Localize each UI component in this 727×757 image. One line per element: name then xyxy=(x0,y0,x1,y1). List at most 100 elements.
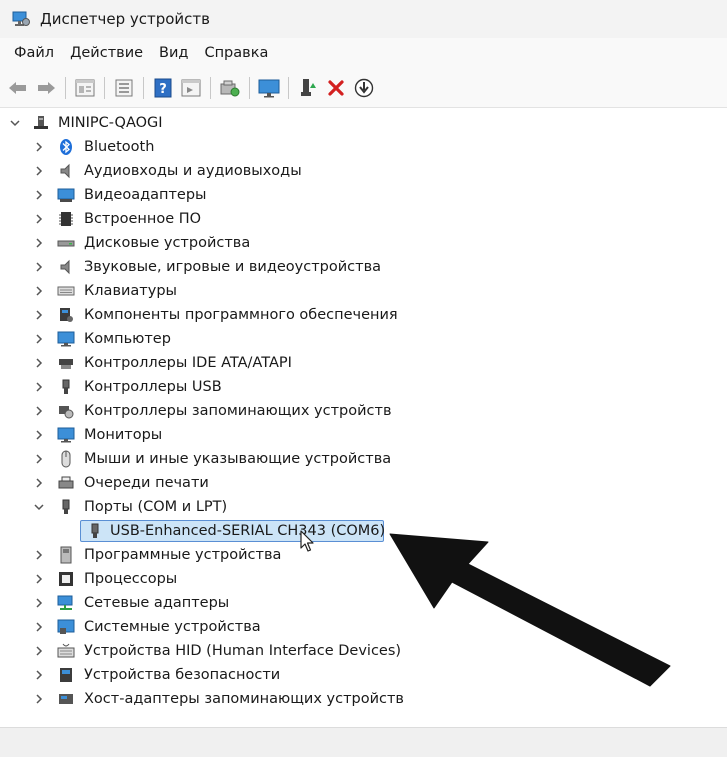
software-component-icon xyxy=(57,306,75,324)
tree-category[interactable]: Аудиовходы и аудиовыходы xyxy=(0,159,727,183)
menu-action[interactable]: Действие xyxy=(62,41,151,65)
chevron-right-icon[interactable] xyxy=(32,639,46,663)
tree-category[interactable]: Bluetooth xyxy=(0,135,727,159)
scan-icon xyxy=(220,80,240,96)
chevron-right-icon[interactable] xyxy=(32,543,46,567)
toolbar-separator xyxy=(104,76,105,99)
tree-category-label: Компоненты программного обеспечения xyxy=(84,307,398,323)
chevron-right-icon[interactable] xyxy=(32,471,46,495)
chevron-right-icon[interactable] xyxy=(32,663,46,687)
speaker-icon xyxy=(57,162,75,180)
chevron-right-icon[interactable] xyxy=(32,279,46,303)
chevron-right-icon[interactable] xyxy=(32,231,46,255)
mouse-icon xyxy=(57,450,75,468)
enable-device-button[interactable] xyxy=(296,76,320,100)
chevron-right-icon[interactable] xyxy=(32,135,46,159)
toolbar-separator xyxy=(65,76,66,99)
tree-category-label: Видеоадаптеры xyxy=(84,187,207,203)
chevron-right-icon[interactable] xyxy=(32,423,46,447)
tree-category[interactable]: Мониторы xyxy=(0,423,727,447)
monitor-button[interactable] xyxy=(257,76,281,100)
tree-category[interactable]: Контроллеры IDE ATA/ATAPI xyxy=(0,351,727,375)
tree-category-label: Устройства HID (Human Interface Devices) xyxy=(84,643,402,659)
root-label: MINIPC-QAOGI xyxy=(58,115,163,131)
storage-host-adapter-icon xyxy=(57,690,75,708)
chevron-right-icon[interactable] xyxy=(32,447,46,471)
chevron-right-icon[interactable] xyxy=(32,399,46,423)
system-device-icon xyxy=(57,618,75,636)
chevron-right-icon[interactable] xyxy=(32,351,46,375)
tree-category-label: Мониторы xyxy=(84,427,163,443)
toolbar-separator xyxy=(210,76,211,99)
chevron-right-icon[interactable] xyxy=(32,183,46,207)
view-button[interactable] xyxy=(179,76,203,100)
tree-category-label: Контроллеры запоминающих устройств xyxy=(84,403,392,419)
menu-help[interactable]: Справка xyxy=(196,41,276,65)
list-button[interactable] xyxy=(112,76,136,100)
uninstall-button[interactable] xyxy=(324,76,348,100)
back-button[interactable] xyxy=(6,76,30,100)
svg-text:?: ? xyxy=(159,82,167,97)
menu-file[interactable]: Файл xyxy=(6,41,62,65)
chevron-right-icon[interactable] xyxy=(32,303,46,327)
forward-button[interactable] xyxy=(34,76,58,100)
tree-category[interactable]: Системные устройства xyxy=(0,615,727,639)
tree-device-selected[interactable]: USB-Enhanced-SERIAL CH343 (COM6) xyxy=(0,519,727,543)
display-adapter-icon xyxy=(57,186,75,204)
scan-hardware-button[interactable] xyxy=(218,76,242,100)
usb-controller-icon xyxy=(57,378,75,396)
properties-button[interactable] xyxy=(73,76,97,100)
toolbar-separator xyxy=(288,76,289,99)
tree-category[interactable]: Сетевые адаптеры xyxy=(0,591,727,615)
help-button[interactable]: ? xyxy=(151,76,175,100)
tree-category[interactable]: Программные устройства xyxy=(0,543,727,567)
tree-category[interactable]: Компоненты программного обеспечения xyxy=(0,303,727,327)
chevron-right-icon[interactable] xyxy=(32,375,46,399)
menu-view[interactable]: Вид xyxy=(151,41,196,65)
tree-category[interactable]: Контроллеры запоминающих устройств xyxy=(0,399,727,423)
tree-category[interactable]: Клавиатуры xyxy=(0,279,727,303)
device-label: USB-Enhanced-SERIAL CH343 (COM6) xyxy=(110,523,386,539)
chevron-right-icon[interactable] xyxy=(32,327,46,351)
chevron-right-icon[interactable] xyxy=(32,591,46,615)
chevron-right-icon[interactable] xyxy=(32,207,46,231)
monitor-icon xyxy=(57,426,75,444)
chevron-down-icon[interactable] xyxy=(32,495,46,519)
tree-category[interactable]: Звуковые, игровые и видеоустройства xyxy=(0,255,727,279)
update-driver-button[interactable] xyxy=(352,76,376,100)
processor-icon xyxy=(57,570,75,588)
tree-category-label: Звуковые, игровые и видеоустройства xyxy=(84,259,381,275)
chevron-right-icon[interactable] xyxy=(32,159,46,183)
tree-category[interactable]: Компьютер xyxy=(0,327,727,351)
tree-root[interactable]: MINIPC-QAOGI xyxy=(0,111,727,135)
tree-category[interactable]: Устройства безопасности xyxy=(0,663,727,687)
tree-category[interactable]: Процессоры xyxy=(0,567,727,591)
status-bar xyxy=(0,727,727,757)
tree-category-label: Клавиатуры xyxy=(84,283,177,299)
tree-category-label: Программные устройства xyxy=(84,547,282,563)
tree-category[interactable]: Контроллеры USB xyxy=(0,375,727,399)
update-driver-icon xyxy=(354,78,374,97)
hid-icon xyxy=(57,642,75,660)
tree-category[interactable]: Устройства HID (Human Interface Devices) xyxy=(0,639,727,663)
menu-bar: Файл Действие Вид Справка xyxy=(0,38,727,68)
firmware-icon xyxy=(57,210,75,228)
tree-category[interactable]: Очереди печати xyxy=(0,471,727,495)
disk-drive-icon xyxy=(57,234,75,252)
tree-category[interactable]: Мыши и иные указывающие устройства xyxy=(0,447,727,471)
tree-category[interactable]: Встроенное ПО xyxy=(0,207,727,231)
view-icon xyxy=(181,79,201,96)
chevron-right-icon[interactable] xyxy=(32,615,46,639)
chevron-right-icon[interactable] xyxy=(32,567,46,591)
chevron-right-icon[interactable] xyxy=(32,255,46,279)
tree-category-label: Сетевые адаптеры xyxy=(84,595,230,611)
sound-icon xyxy=(57,258,75,276)
monitor-icon xyxy=(258,79,280,97)
tree-category[interactable]: Видеоадаптеры xyxy=(0,183,727,207)
tree-category[interactable]: Дисковые устройства xyxy=(0,231,727,255)
uninstall-x-icon xyxy=(328,79,344,96)
chevron-down-icon[interactable] xyxy=(8,111,22,135)
tree-category-label: Процессоры xyxy=(84,571,178,587)
tree-category[interactable]: Порты (COM и LPT) xyxy=(0,495,727,519)
ide-controller-icon xyxy=(57,354,75,372)
